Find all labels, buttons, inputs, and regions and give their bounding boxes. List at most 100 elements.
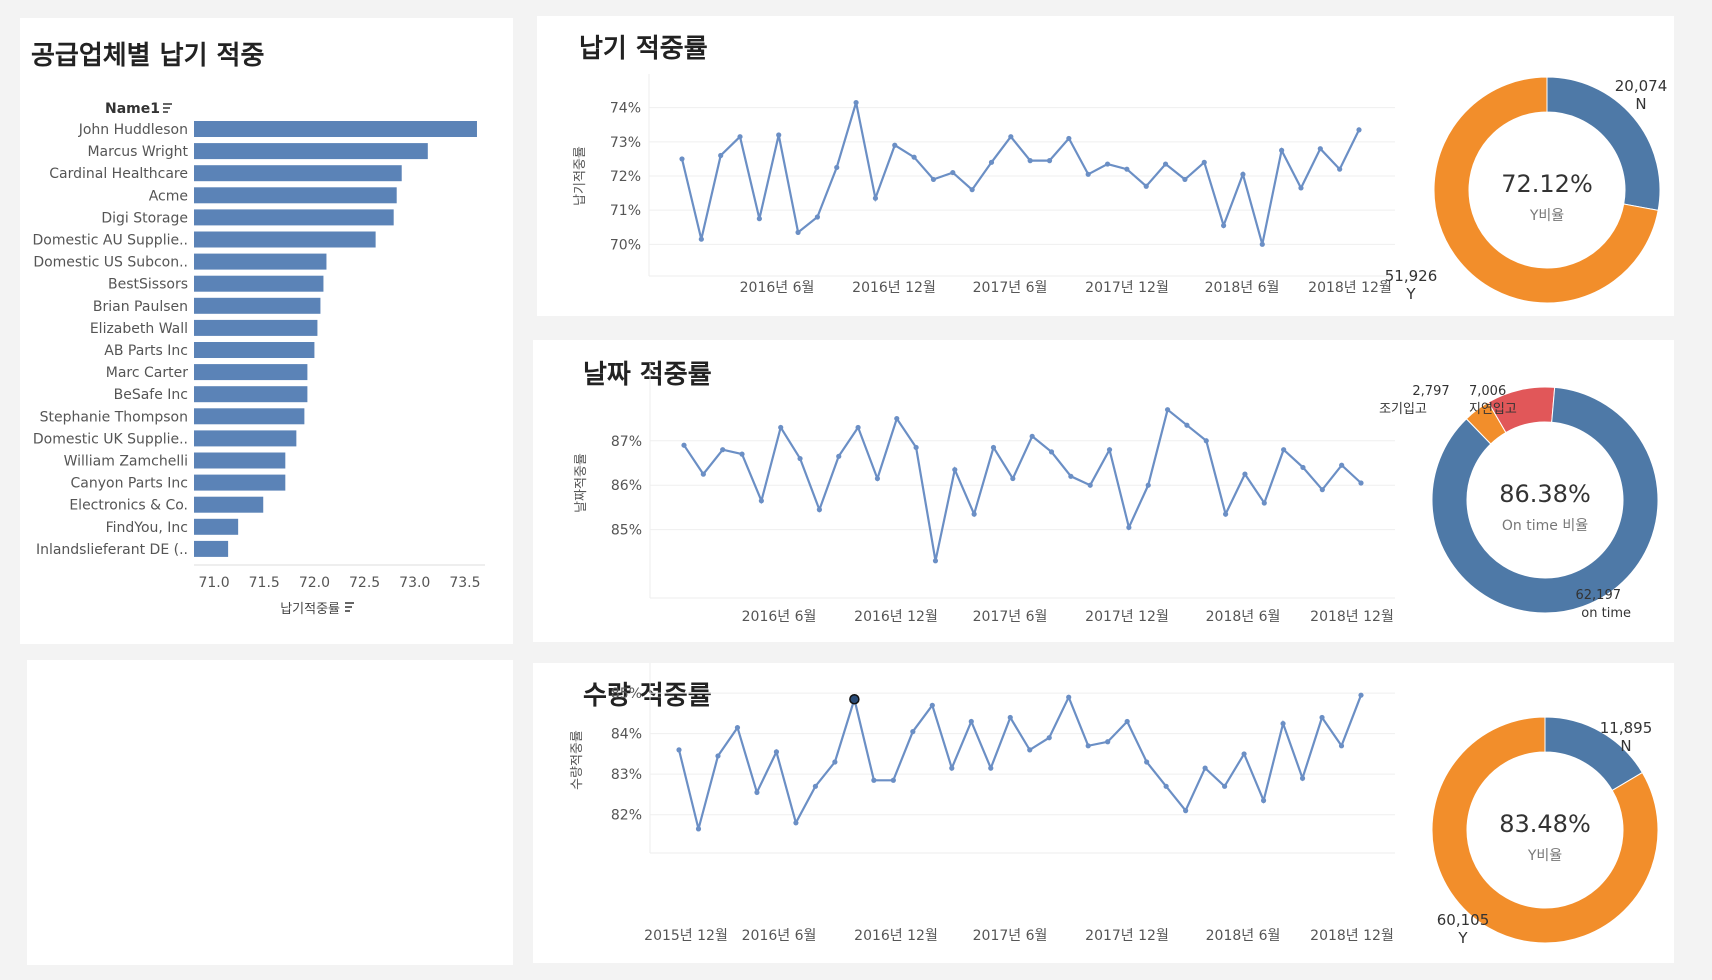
- data-point[interactable]: [1105, 739, 1111, 745]
- data-point[interactable]: [816, 507, 822, 513]
- data-point[interactable]: [1163, 783, 1169, 789]
- bar[interactable]: [194, 364, 308, 381]
- data-point[interactable]: [971, 511, 977, 517]
- delivery-line-chart[interactable]: 70% 71% 72% 73% 74% 납기적중률 2016년 6월 2016년 12월 201…: [537, 16, 1674, 316]
- data-point[interactable]: [1029, 433, 1035, 439]
- data-point[interactable]: [1144, 759, 1150, 765]
- data-point[interactable]: [874, 475, 881, 482]
- bar[interactable]: [194, 187, 397, 204]
- data-point[interactable]: [695, 826, 702, 832]
- data-point[interactable]: [1298, 185, 1304, 191]
- bar[interactable]: [194, 452, 286, 469]
- data-point[interactable]: [1202, 765, 1208, 771]
- data-point[interactable]: [1319, 714, 1325, 721]
- data-point[interactable]: [1319, 487, 1325, 493]
- data-point[interactable]: [718, 152, 724, 159]
- bar[interactable]: [194, 297, 321, 314]
- data-point[interactable]: [1299, 775, 1306, 781]
- data-point[interactable]: [1143, 183, 1149, 189]
- data-point[interactable]: [910, 729, 916, 735]
- data-point[interactable]: [778, 424, 784, 431]
- data-point[interactable]: [700, 471, 706, 477]
- data-point[interactable]: [1279, 147, 1285, 153]
- bar[interactable]: [194, 143, 428, 160]
- data-point[interactable]: [793, 820, 799, 826]
- data-point[interactable]: [679, 156, 685, 162]
- bar[interactable]: [194, 386, 308, 403]
- data-point[interactable]: [681, 442, 687, 448]
- data-point[interactable]: [1280, 720, 1286, 727]
- data-point[interactable]: [739, 451, 745, 457]
- data-point[interactable]: [1066, 694, 1072, 700]
- data-point[interactable]: [1008, 134, 1014, 140]
- data-point[interactable]: [911, 154, 917, 160]
- data-point[interactable]: [894, 415, 900, 422]
- data-point[interactable]: [1339, 462, 1345, 468]
- data-point[interactable]: [1182, 176, 1188, 183]
- bar[interactable]: [194, 408, 305, 425]
- bar[interactable]: [194, 253, 327, 270]
- data-point[interactable]: [676, 747, 682, 753]
- data-point[interactable]: [1048, 449, 1055, 455]
- data-point[interactable]: [754, 789, 760, 796]
- series-line[interactable]: [677, 694, 1363, 830]
- data-point[interactable]: [814, 214, 820, 220]
- data-point[interactable]: [1184, 422, 1190, 428]
- data-point[interactable]: [1145, 482, 1151, 488]
- data-point[interactable]: [1223, 511, 1229, 517]
- bar[interactable]: [194, 518, 239, 535]
- data-point[interactable]: [1046, 735, 1052, 741]
- data-point[interactable]: [950, 169, 956, 176]
- data-point[interactable]: [1240, 171, 1246, 177]
- data-point[interactable]: [1124, 718, 1130, 725]
- data-point[interactable]: [1260, 797, 1267, 804]
- data-point[interactable]: [1261, 500, 1267, 506]
- data-point[interactable]: [1010, 475, 1016, 482]
- data-point[interactable]: [1085, 171, 1091, 177]
- bar[interactable]: [194, 121, 477, 137]
- bar[interactable]: [194, 165, 402, 182]
- qty-line-chart[interactable]: 82% 83% 84% 85% 수량적중률 2015년 12월 2016년 6월 2016년 …: [533, 663, 1674, 963]
- data-point[interactable]: [1027, 747, 1033, 753]
- data-point[interactable]: [1337, 166, 1343, 172]
- data-point[interactable]: [988, 159, 995, 165]
- sort-icon[interactable]: [163, 103, 172, 113]
- data-point[interactable]: [990, 444, 997, 451]
- data-point[interactable]: [737, 134, 743, 140]
- sort-icon[interactable]: [345, 602, 354, 612]
- data-point[interactable]: [776, 132, 782, 138]
- data-point[interactable]: [715, 753, 721, 759]
- data-point[interactable]: [773, 749, 780, 755]
- data-point[interactable]: [758, 498, 764, 504]
- bar[interactable]: [194, 275, 324, 292]
- data-point[interactable]: [698, 236, 704, 242]
- data-point[interactable]: [949, 765, 955, 771]
- data-point[interactable]: [968, 718, 974, 725]
- data-point[interactable]: [1046, 158, 1053, 164]
- series-line[interactable]: [680, 102, 1360, 245]
- data-point[interactable]: [1068, 473, 1074, 479]
- bar[interactable]: [194, 319, 318, 336]
- data-point[interactable]: [1164, 407, 1171, 413]
- data-point[interactable]: [1183, 808, 1189, 814]
- data-point[interactable]: [834, 164, 840, 171]
- data-point[interactable]: [932, 558, 939, 564]
- data-point[interactable]: [836, 453, 842, 459]
- data-point[interactable]: [1027, 158, 1033, 164]
- bar[interactable]: [194, 474, 286, 491]
- data-point[interactable]: [969, 187, 975, 193]
- data-point[interactable]: [1242, 471, 1248, 477]
- data-point[interactable]: [720, 447, 726, 453]
- data-point[interactable]: [1066, 135, 1072, 142]
- data-point[interactable]: [756, 216, 762, 222]
- data-point[interactable]: [1338, 743, 1345, 749]
- data-point[interactable]: [1201, 159, 1207, 165]
- data-point[interactable]: [1300, 464, 1306, 471]
- data-point[interactable]: [1124, 166, 1130, 172]
- data-point[interactable]: [1221, 222, 1227, 229]
- data-point[interactable]: [952, 467, 958, 473]
- bar[interactable]: [194, 231, 376, 248]
- data-point[interactable]: [1106, 447, 1113, 453]
- data-point[interactable]: [734, 724, 741, 731]
- supplier-bar-chart[interactable]: Name1 John Huddleson Marcus Wright Cardinal…: [20, 18, 513, 644]
